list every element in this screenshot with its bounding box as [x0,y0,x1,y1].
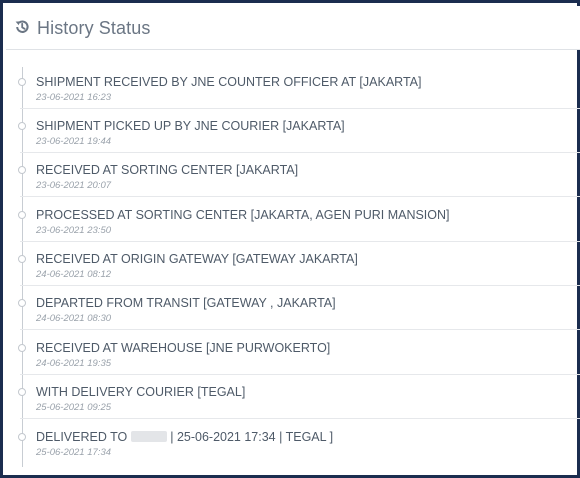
event-date: 23-06-2021 16:23 [36,92,112,103]
divider [20,329,580,330]
timeline-dot-icon [18,166,26,174]
event-date: 23-06-2021 19:44 [36,136,112,147]
timeline-event: DEPARTED FROM TRANSIT [GATEWAY , JAKARTA… [6,286,580,330]
delivered-prefix: DELIVERED TO [36,430,128,444]
timeline-event: DELIVERED TO | 25-06-2021 17:34 | TEGAL … [6,420,580,464]
timeline-dot-icon [18,78,26,86]
timeline-event: PROCESSED AT SORTING CENTER [JAKARTA, AG… [6,198,580,242]
history-status-panel: History Status SHIPMENT RECEIVED BY JNE … [0,0,580,478]
timeline-event: RECEIVED AT ORIGIN GATEWAY [GATEWAY JAKA… [6,242,580,286]
timeline-event: SHIPMENT PICKED UP BY JNE COURIER [JAKAR… [6,109,580,153]
event-date: 25-06-2021 09:25 [36,402,112,413]
timeline-event: RECEIVED AT SORTING CENTER [JAKARTA] 23-… [6,153,580,197]
event-status: SHIPMENT RECEIVED BY JNE COUNTER OFFICER… [36,75,422,89]
divider [20,418,580,419]
timeline-event: WITH DELIVERY COURIER [TEGAL] 25-06-2021… [6,375,580,419]
event-status-delivered: DELIVERED TO | 25-06-2021 17:34 | TEGAL … [36,430,333,444]
event-date: 23-06-2021 20:07 [36,180,112,191]
panel-header: History Status [6,6,580,50]
event-status: RECEIVED AT ORIGIN GATEWAY [GATEWAY JAKA… [36,252,358,266]
event-status: RECEIVED AT SORTING CENTER [JAKARTA] [36,163,299,177]
event-status: RECEIVED AT WAREHOUSE [JNE PURWOKERTO] [36,341,331,355]
event-date: 24-06-2021 19:35 [36,358,112,369]
event-date: 24-06-2021 08:30 [36,313,112,324]
timeline-event: RECEIVED AT WAREHOUSE [JNE PURWOKERTO] 2… [6,331,580,375]
event-date: 23-06-2021 23:50 [36,225,112,236]
timeline-dot-icon [18,388,26,396]
timeline-dot-icon [18,344,26,352]
delivered-suffix: | 25-06-2021 17:34 | TEGAL ] [170,430,334,444]
event-status: PROCESSED AT SORTING CENTER [JAKARTA, AG… [36,208,450,222]
divider [20,196,580,197]
history-icon [13,18,31,36]
timeline-dot-icon [18,433,26,441]
event-status: WITH DELIVERY COURIER [TEGAL] [36,385,246,399]
timeline-dot-icon [18,255,26,263]
event-date: 24-06-2021 08:12 [36,269,112,280]
page-title: History Status [37,18,151,38]
timeline-event: SHIPMENT RECEIVED BY JNE COUNTER OFFICER… [6,65,580,109]
timeline-dot-icon [18,122,26,130]
timeline-dot-icon [18,211,26,219]
event-status: SHIPMENT PICKED UP BY JNE COURIER [JAKAR… [36,119,345,133]
redacted-recipient [130,431,167,442]
timeline-dot-icon [18,299,26,307]
status-timeline: SHIPMENT RECEIVED BY JNE COUNTER OFFICER… [6,65,580,467]
event-date: 25-06-2021 17:34 [36,447,112,458]
event-status: DEPARTED FROM TRANSIT [GATEWAY , JAKARTA… [36,296,336,310]
